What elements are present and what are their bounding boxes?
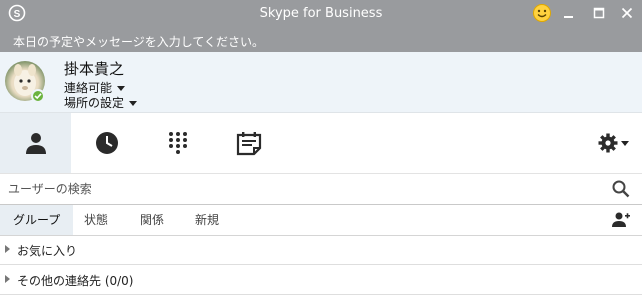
chevron-down-icon	[129, 101, 138, 106]
close-icon	[621, 7, 633, 19]
user-name: 掛本貴之	[64, 60, 125, 78]
tab-groups[interactable]: グループ	[0, 205, 74, 235]
meetings-icon	[236, 132, 261, 156]
main-toolbar	[0, 113, 642, 174]
tab-history[interactable]	[71, 113, 142, 173]
presence-status-label: 連絡可能	[64, 81, 113, 95]
smiley-icon[interactable]	[532, 3, 552, 23]
add-contact-icon[interactable]	[612, 212, 630, 228]
tab-status[interactable]: 状態	[71, 205, 121, 235]
expand-arrow-icon	[5, 275, 10, 283]
expand-arrow-icon	[5, 245, 10, 253]
chevron-down-icon	[621, 140, 629, 146]
settings-button[interactable]	[598, 131, 638, 155]
personal-note-placeholder: 本日の予定やメッセージを入力してください。	[13, 35, 265, 49]
gear-icon	[598, 133, 618, 153]
group-other-contacts[interactable]: その他の連絡先 (0/0)	[0, 265, 642, 295]
profile-panel: 掛本貴之 連絡可能 場所の設定	[0, 52, 642, 113]
group-favorites[interactable]: お気に入り	[0, 235, 642, 265]
chevron-down-icon	[117, 86, 126, 91]
minimize-button[interactable]	[556, 2, 582, 24]
group-label: その他の連絡先 (0/0)	[17, 274, 134, 288]
maximize-icon	[593, 7, 605, 19]
search-bar	[0, 174, 642, 205]
tab-new[interactable]: 新規	[182, 205, 232, 235]
maximize-button[interactable]	[586, 2, 612, 24]
personal-note-field[interactable]: 本日の予定やメッセージを入力してください。	[0, 28, 642, 52]
contact-view-tabs: グループ 状態 関係 新規	[0, 205, 642, 236]
minimize-icon	[564, 16, 573, 18]
group-label: お気に入り	[17, 244, 78, 258]
contacts-icon	[25, 133, 46, 154]
location-label: 場所の設定	[64, 96, 125, 110]
search-input[interactable]	[0, 174, 608, 204]
search-icon[interactable]	[612, 180, 630, 198]
tab-contacts[interactable]	[0, 113, 71, 173]
tab-relationships[interactable]: 関係	[127, 205, 177, 235]
history-icon	[95, 132, 118, 154]
tab-meetings[interactable]	[213, 113, 284, 173]
location-dropdown[interactable]: 場所の設定	[64, 94, 138, 111]
title-bar: S Skype for Business	[0, 0, 642, 28]
presence-status-icon	[31, 89, 45, 103]
close-button[interactable]	[614, 2, 640, 24]
dialpad-icon	[168, 132, 187, 154]
tab-dialpad[interactable]	[142, 113, 213, 173]
